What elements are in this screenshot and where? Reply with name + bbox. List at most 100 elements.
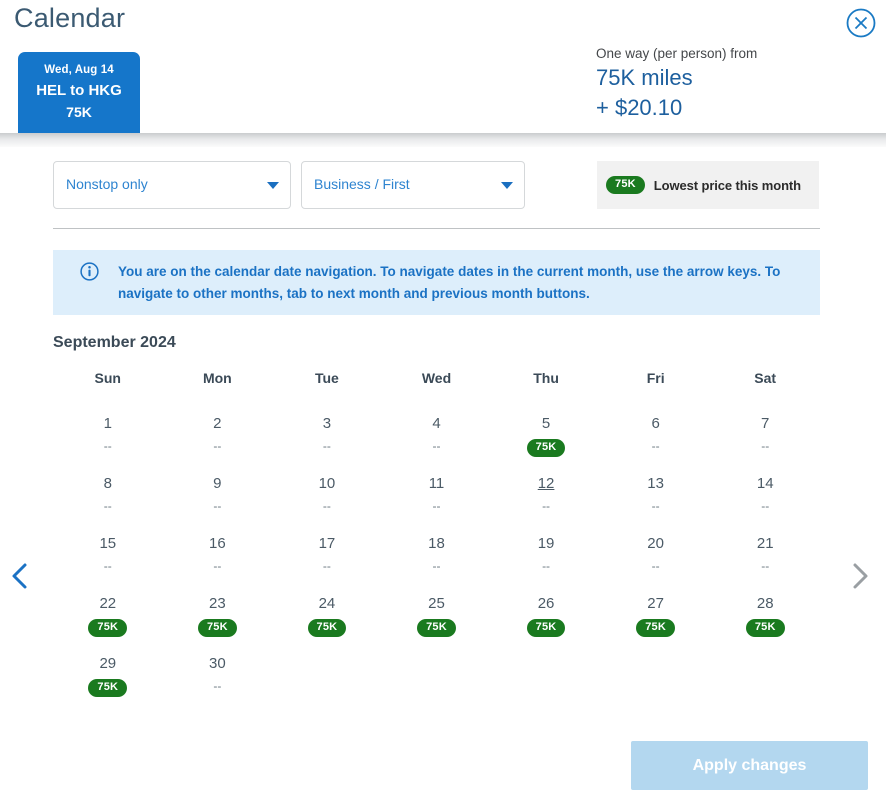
cabin-filter-select[interactable]: Business / First xyxy=(301,161,525,209)
page-title: Calendar xyxy=(14,3,126,33)
calendar-week-row: 8 -- 9 -- 10 -- 11 -- 12 -- 13 -- 14 -- xyxy=(53,466,820,526)
calendar-day-1[interactable]: 1 -- xyxy=(53,406,163,466)
apply-changes-button[interactable]: Apply changes xyxy=(631,741,868,790)
calendar-day-number: 17 xyxy=(318,535,336,552)
calendar-day-number: 3 xyxy=(322,415,332,432)
calendar-day-4[interactable]: 4 -- xyxy=(382,406,492,466)
calendar-day-7[interactable]: 7 -- xyxy=(710,406,820,466)
close-circle-icon xyxy=(846,8,876,38)
calendar-day-price-empty: -- xyxy=(213,559,222,573)
calendar-day-28[interactable]: 28 75K xyxy=(710,586,820,646)
chevron-left-icon xyxy=(12,563,27,589)
calendar-day-number: 16 xyxy=(209,535,226,552)
calendar-day-number: 6 xyxy=(651,415,660,432)
calendar-day-10[interactable]: 10 -- xyxy=(272,466,382,526)
calendar-day-8[interactable]: 8 -- xyxy=(53,466,163,526)
calendar-day-price-wrap: 75K xyxy=(601,618,711,637)
calendar-day-number: 25 xyxy=(428,595,445,612)
calendar-day-empty xyxy=(272,646,382,706)
calendar-day-6[interactable]: 6 -- xyxy=(601,406,711,466)
calendar-weekday-mon: Mon xyxy=(202,370,232,386)
calendar-day-number: 14 xyxy=(756,475,774,492)
calendar-day-empty xyxy=(710,646,820,706)
calendar-weekday-wed: Wed xyxy=(421,370,452,386)
calendar-day-price-wrap: 75K xyxy=(710,618,820,637)
price-cash: + $20.10 xyxy=(596,95,683,120)
calendar-weekday-thu: Thu xyxy=(533,370,559,386)
calendar-day-price-wrap: 75K xyxy=(272,618,382,637)
next-month-button[interactable] xyxy=(843,556,877,596)
calendar-weekday-sat: Sat xyxy=(754,370,777,386)
calendar-day-11[interactable]: 11 -- xyxy=(382,466,492,526)
calendar-info-banner: You are on the calendar date navigation.… xyxy=(53,250,820,315)
calendar-day-number: 22 xyxy=(99,595,117,612)
calendar-day-price-wrap: 75K xyxy=(163,618,273,637)
calendar-day-15[interactable]: 15 -- xyxy=(53,526,163,586)
calendar-day-22[interactable]: 22 75K xyxy=(53,586,163,646)
calendar-day-number: 18 xyxy=(428,535,445,552)
calendar-day-9[interactable]: 9 -- xyxy=(163,466,273,526)
calendar-day-price-empty: -- xyxy=(432,439,441,453)
calendar-day-19[interactable]: 19 -- xyxy=(491,526,601,586)
previous-month-button[interactable] xyxy=(3,556,37,596)
calendar-day-16[interactable]: 16 -- xyxy=(163,526,273,586)
calendar-day-23[interactable]: 23 75K xyxy=(163,586,273,646)
legend-price-pill: 75K xyxy=(606,176,645,194)
calendar-day-number: 11 xyxy=(428,475,445,492)
stops-filter-value: Nonstop only xyxy=(66,176,148,192)
calendar-day-price-empty: -- xyxy=(213,439,222,453)
calendar-day-20[interactable]: 20 -- xyxy=(601,526,711,586)
calendar-weekday-header: Sun Mon Tue Wed Thu Fri Sat xyxy=(53,370,820,406)
close-button[interactable] xyxy=(845,7,877,39)
dialog-header: Calendar Wed, Aug 14 HEL to HKG 75K One … xyxy=(0,0,886,147)
calendar-day-empty xyxy=(382,646,492,706)
calendar-day-price-empty: -- xyxy=(651,439,660,453)
calendar-day-number: 2 xyxy=(213,415,222,432)
calendar-day-number: 9 xyxy=(213,475,222,492)
calendar-day-18[interactable]: 18 -- xyxy=(382,526,492,586)
calendar-day-21[interactable]: 21 -- xyxy=(710,526,820,586)
calendar-day-price-wrap: 75K xyxy=(53,618,163,637)
calendar-day-price-pill: 75K xyxy=(88,619,128,637)
calendar-day-17[interactable]: 17 -- xyxy=(272,526,382,586)
calendar-day-5[interactable]: 5 75K xyxy=(491,406,601,466)
calendar-day-price-empty: -- xyxy=(761,439,770,453)
calendar-day-price-pill: 75K xyxy=(197,619,237,637)
header-shadow-band xyxy=(0,133,886,147)
calendar-week-row: 15 -- 16 -- 17 -- 18 -- 19 -- 20 -- 21 -- xyxy=(53,526,820,586)
calendar-day-24[interactable]: 24 75K xyxy=(272,586,382,646)
flight-tab-miles: 75K xyxy=(66,104,92,120)
calendar-day-price-empty: -- xyxy=(322,559,331,573)
stops-filter-select[interactable]: Nonstop only xyxy=(53,161,291,209)
calendar-day-number: 5 xyxy=(541,415,551,432)
calendar-day-3[interactable]: 3 -- xyxy=(272,406,382,466)
calendar-day-price-empty: -- xyxy=(761,559,770,573)
calendar-day-empty xyxy=(601,646,711,706)
calendar-day-13[interactable]: 13 -- xyxy=(601,466,711,526)
calendar-day-14[interactable]: 14 -- xyxy=(710,466,820,526)
flight-segment-tab[interactable]: Wed, Aug 14 HEL to HKG 75K xyxy=(18,52,140,133)
calendar-day-26[interactable]: 26 75K xyxy=(491,586,601,646)
calendar-day-number: 23 xyxy=(209,595,226,612)
price-miles: 75K miles xyxy=(596,65,693,90)
flight-tab-date: Wed, Aug 14 xyxy=(44,64,114,76)
calendar-day-price-pill: 75K xyxy=(307,619,347,637)
calendar-day-price-wrap: 75K xyxy=(382,618,492,637)
chevron-right-icon xyxy=(853,563,868,589)
calendar-day-29[interactable]: 29 75K xyxy=(53,646,163,706)
calendar-day-price-pill: 75K xyxy=(417,619,456,637)
calendar-day-price-empty: -- xyxy=(651,559,660,573)
calendar-day-12[interactable]: 12 -- xyxy=(491,466,601,526)
calendar-day-price-empty: -- xyxy=(322,499,331,513)
calendar-day-2[interactable]: 2 -- xyxy=(163,406,273,466)
chevron-down-icon xyxy=(267,182,279,189)
calendar-day-25[interactable]: 25 75K xyxy=(382,586,492,646)
calendar-day-price-empty: -- xyxy=(103,499,112,513)
calendar-day-27[interactable]: 27 75K xyxy=(601,586,711,646)
flight-tab-route: HEL to HKG xyxy=(36,82,122,99)
calendar-day-price-wrap: 75K xyxy=(491,438,601,457)
calendar-day-price-empty: -- xyxy=(542,559,551,573)
calendar-day-number: 1 xyxy=(103,415,112,432)
calendar-day-30[interactable]: 30 -- xyxy=(163,646,273,706)
calendar-day-price-empty: -- xyxy=(542,499,551,513)
